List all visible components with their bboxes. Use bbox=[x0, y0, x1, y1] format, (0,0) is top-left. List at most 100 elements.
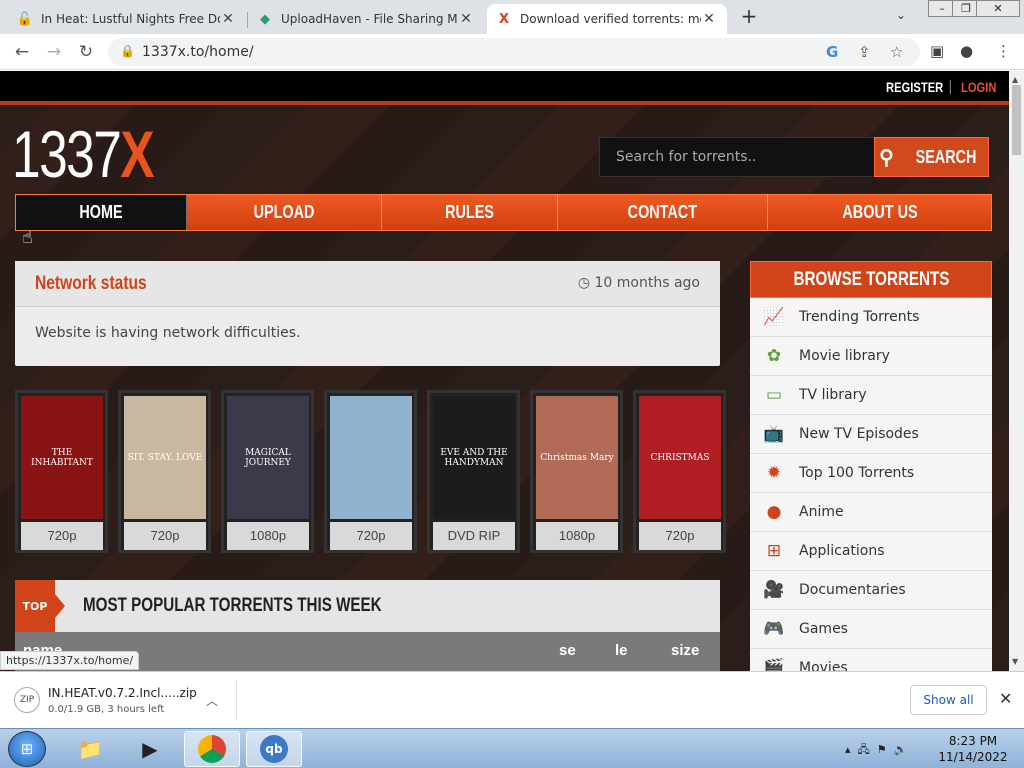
poster-image[interactable]: Christmas Mary bbox=[536, 396, 618, 519]
qbittorrent-taskbar-button[interactable]: qb bbox=[246, 731, 302, 767]
windows-icon: ⊞ bbox=[766, 541, 782, 561]
search-input[interactable]: Search for torrents.. bbox=[599, 137, 875, 177]
padlock-icon[interactable]: 🔒 bbox=[120, 44, 135, 58]
sidebar-item-movie-library[interactable]: ✿ Movie library bbox=[750, 337, 992, 376]
col-seeders[interactable]: se bbox=[559, 642, 576, 659]
nav-home[interactable]: HOME bbox=[16, 195, 187, 230]
browser-toolbar: ← → ↻ 🔒 1337x.to/home/ G ⇪ ☆ ▣ ● ⋮ bbox=[0, 34, 1024, 70]
nav-contact[interactable]: CONTACT bbox=[558, 195, 768, 230]
register-link[interactable]: REGISTER bbox=[886, 79, 943, 95]
tab-uploadhaven[interactable]: ◆ UploadHaven - File Sharing Mad ✕ bbox=[248, 4, 484, 34]
poster-quality: 1080p bbox=[227, 522, 309, 550]
sidebar-item-documentaries[interactable]: 🎥 Documentaries bbox=[750, 571, 992, 610]
network-status-panel: Network status ◷ 10 months ago Website i… bbox=[15, 261, 720, 366]
poster-card[interactable]: THE INHABITANT 720p bbox=[15, 390, 108, 553]
poster-quality: 1080p bbox=[536, 522, 618, 550]
tab-in-heat[interactable]: 🔓 In Heat: Lustful Nights Free Dow ✕ bbox=[8, 4, 246, 34]
start-button[interactable]: ⊞ bbox=[8, 731, 46, 767]
explorer-taskbar-button[interactable]: 📁 bbox=[62, 731, 118, 767]
network-status-time: 10 months ago bbox=[594, 275, 700, 291]
clock-icon: ◷ bbox=[577, 275, 595, 291]
show-all-button[interactable]: Show all bbox=[910, 685, 987, 715]
forward-icon[interactable]: → bbox=[44, 42, 64, 62]
top-account-bar: REGISTER | LOGIN bbox=[0, 71, 1009, 105]
system-tray[interactable]: ▴ 🖧 ⚑ 🔊 bbox=[845, 741, 907, 760]
window-close-icon[interactable]: ✕ bbox=[976, 0, 1020, 17]
webpage-1337x: REGISTER | LOGIN 1337X ☝ Search for torr… bbox=[0, 71, 1009, 671]
close-icon[interactable]: ✕ bbox=[458, 11, 474, 27]
profile-avatar-icon[interactable]: ● bbox=[960, 42, 973, 60]
scroll-up-icon[interactable]: ▲ bbox=[1012, 75, 1018, 84]
site-logo[interactable]: 1337X bbox=[12, 119, 155, 189]
sidebar-item-tv-library[interactable]: ▭ TV library bbox=[750, 376, 992, 415]
poster-image[interactable]: THE INHABITANT bbox=[21, 396, 103, 519]
camera-icon: 🎥 bbox=[763, 580, 785, 600]
scroll-thumb[interactable] bbox=[1012, 85, 1021, 155]
sidebar-item-games[interactable]: 🎮 Games bbox=[750, 610, 992, 649]
browse-torrents-sidebar: BROWSE TORRENTS 📈 Trending Torrents ✿ Movi… bbox=[750, 261, 992, 671]
featured-posters: THE INHABITANT 720p SIT. STAY. LOVE 720p M… bbox=[15, 390, 726, 553]
col-leechers[interactable]: le bbox=[615, 642, 628, 659]
tab-1337x[interactable]: X Download verified torrents: movi ✕ bbox=[487, 4, 727, 34]
poster-card[interactable]: 720p bbox=[324, 390, 417, 553]
chrome-taskbar-button[interactable] bbox=[184, 731, 240, 767]
close-shelf-icon[interactable]: ✕ bbox=[999, 689, 1012, 708]
poster-image[interactable]: MAGICAL JOURNEY bbox=[227, 396, 309, 519]
col-size[interactable]: size bbox=[671, 642, 699, 659]
trending-icon: 📈 bbox=[763, 307, 785, 327]
poster-image[interactable] bbox=[330, 396, 412, 519]
sidebar-item-trending[interactable]: 📈 Trending Torrents bbox=[750, 298, 992, 337]
scroll-down-icon[interactable]: ▼ bbox=[1012, 657, 1018, 666]
close-icon[interactable]: ✕ bbox=[220, 11, 236, 27]
film-reel-icon: ✿ bbox=[766, 346, 782, 366]
close-icon[interactable]: ✕ bbox=[701, 11, 717, 27]
nav-upload[interactable]: UPLOAD bbox=[187, 195, 382, 230]
new-tab-button[interactable]: + bbox=[738, 6, 760, 28]
tv-library-icon: ▭ bbox=[765, 385, 783, 405]
browser-tab-strip: 🔓 In Heat: Lustful Nights Free Dow ✕ ◆ U… bbox=[0, 0, 1024, 34]
1337x-icon: X bbox=[498, 11, 510, 27]
poster-card[interactable]: SIT. STAY. LOVE 720p bbox=[118, 390, 211, 553]
poster-card[interactable]: MAGICAL JOURNEY 1080p bbox=[221, 390, 314, 553]
sidebar-item-applications[interactable]: ⊞ Applications bbox=[750, 532, 992, 571]
sidebar-item-top-100[interactable]: ✹ Top 100 Torrents bbox=[750, 454, 992, 493]
search-button[interactable]: ⚲ SEARCH bbox=[874, 137, 989, 177]
back-icon[interactable]: ← bbox=[12, 42, 32, 62]
network-status-title: Network status bbox=[35, 273, 147, 294]
side-panel-icon[interactable]: ▣ bbox=[930, 42, 944, 60]
login-link[interactable]: LOGIN bbox=[961, 79, 996, 95]
page-scrollbar[interactable]: ▲ ▼ bbox=[1009, 71, 1024, 671]
popular-torrents-header: TOP MOST POPULAR TORRENTS THIS WEEK bbox=[15, 580, 720, 632]
search-icon: ⚲ bbox=[879, 146, 894, 169]
google-lens-icon[interactable]: G bbox=[826, 43, 838, 61]
qbittorrent-icon: qb bbox=[260, 735, 288, 763]
zip-file-icon: ZIP bbox=[14, 687, 40, 713]
poster-image[interactable]: SIT. STAY. LOVE bbox=[124, 396, 206, 519]
download-item[interactable]: ZIP IN.HEAT.v0.7.2.Incl.....zip 0.0/1.9 … bbox=[14, 682, 222, 722]
nav-about-us[interactable]: ABOUT US bbox=[768, 195, 991, 230]
taskbar-clock[interactable]: 8:23 PM 11/14/2022 bbox=[930, 733, 1016, 765]
media-player-icon: ▶ bbox=[142, 737, 158, 761]
reload-icon[interactable]: ↻ bbox=[76, 42, 96, 62]
lock-red-icon: 🔓 bbox=[16, 11, 34, 27]
share-icon[interactable]: ⇪ bbox=[858, 43, 871, 61]
poster-quality: 720p bbox=[124, 522, 206, 550]
sidebar-item-new-tv[interactable]: 📺 New TV Episodes bbox=[750, 415, 992, 454]
menu-kebab-icon[interactable]: ⋮ bbox=[996, 42, 1011, 60]
sidebar-item-movies[interactable]: 🎬 Movies bbox=[750, 649, 992, 671]
media-player-taskbar-button[interactable]: ▶ bbox=[122, 731, 178, 767]
poster-card[interactable]: Christmas Mary 1080p bbox=[530, 390, 623, 553]
nav-rules[interactable]: RULES bbox=[382, 195, 558, 230]
bookmark-star-icon[interactable]: ☆ bbox=[890, 43, 903, 61]
tab-search-icon[interactable]: ⌄ bbox=[896, 8, 906, 22]
chrome-icon bbox=[198, 735, 226, 763]
poster-card[interactable]: EVE AND THE HANDYMAN DVD RIP bbox=[427, 390, 520, 553]
popular-title: MOST POPULAR TORRENTS THIS WEEK bbox=[83, 595, 382, 616]
poster-card[interactable]: CHRISTMAS 720p bbox=[633, 390, 726, 553]
main-nav: HOME UPLOAD RULES CONTACT ABOUT US bbox=[15, 194, 992, 231]
chevron-up-icon[interactable]: ︿ bbox=[206, 692, 218, 709]
sidebar-item-anime[interactable]: ● Anime bbox=[750, 493, 992, 532]
address-bar[interactable]: 🔒 1337x.to/home/ G ⇪ ☆ bbox=[108, 38, 920, 66]
poster-image[interactable]: EVE AND THE HANDYMAN bbox=[433, 396, 515, 519]
poster-image[interactable]: CHRISTMAS bbox=[639, 396, 721, 519]
